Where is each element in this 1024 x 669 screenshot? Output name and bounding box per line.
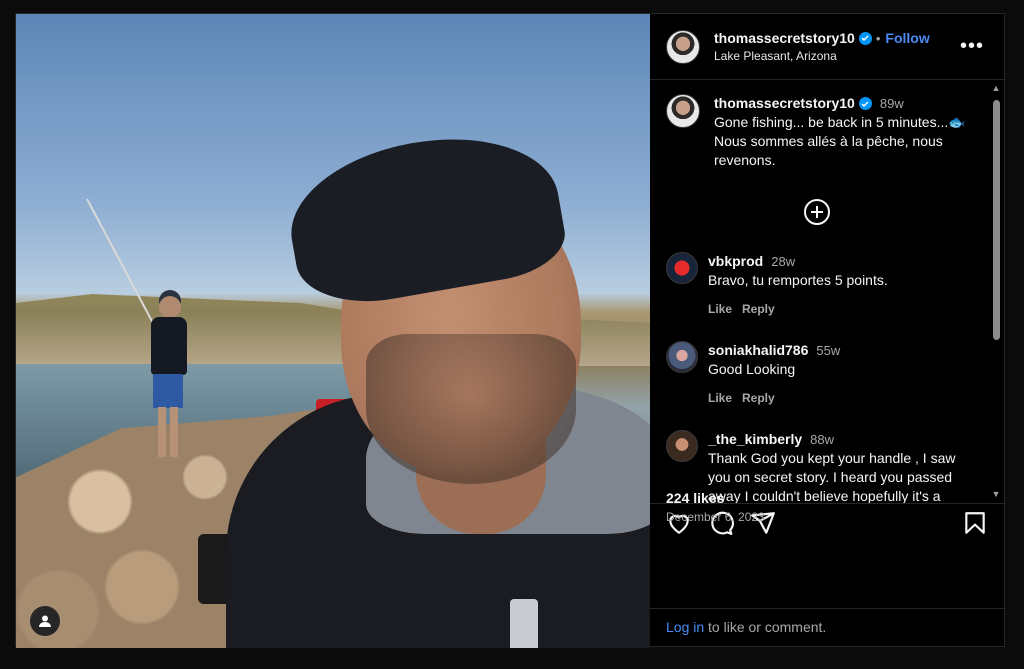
scroll-down-icon[interactable]: ▼ [990,488,1002,500]
photo-fisherman-head [159,296,181,318]
photo-fisherman-legs [158,407,178,457]
comment-text: Bravo, tu remportes 5 points. [708,272,888,288]
caption-time: 89w [879,96,904,111]
post-caption: thomassecretstory10 89w Gone fishing... … [666,94,966,170]
commenter-avatar[interactable] [666,341,698,373]
login-prompt-text: to like or comment. [704,619,827,635]
comment-item: soniakhalid786 55w Good Looking Like Rep… [666,341,966,408]
follow-button[interactable]: Follow [885,30,929,46]
post-date: December 6, 2023 [666,510,765,524]
scroll-up-icon[interactable]: ▲ [990,82,1002,94]
tagged-users-button[interactable] [30,606,60,636]
comment-like-button[interactable]: Like [708,389,732,408]
login-link[interactable]: Log in [666,619,704,635]
author-avatar[interactable] [666,29,700,64]
photo-fisherman-shorts [153,374,183,408]
likes-count[interactable]: 224 likes [666,490,724,506]
more-options-icon[interactable]: ••• [960,36,984,56]
comment-text: Good Looking [708,361,796,377]
post-modal: thomassecretstory10 • Follow Lake Pleasa… [15,13,1005,648]
scroll-track[interactable] [993,96,1000,486]
commenter-username[interactable]: vbkprod [708,252,763,271]
post-location[interactable]: Lake Pleasant, Arizona [714,49,930,63]
separator-dot: • [875,30,881,46]
caption-avatar[interactable] [666,94,700,128]
comment-reply-button[interactable]: Reply [742,300,775,319]
comment-text: Thank God you kept your handle , I saw y… [708,450,956,504]
verified-badge-icon [858,31,872,45]
comment-time: 28w [771,254,796,269]
post-photo [16,14,650,648]
scroll-thumb[interactable] [993,100,1000,340]
comment-reply-button[interactable]: Reply [742,389,775,408]
load-more-comments-icon[interactable] [804,199,830,225]
comment-like-button[interactable]: Like [708,300,732,319]
login-prompt: Log in to like or comment. [650,608,1004,648]
photo-zipper [510,599,538,648]
caption-username[interactable]: thomassecretstory10 [714,94,855,113]
commenter-avatar[interactable] [666,252,698,284]
comment-time: 88w [810,432,835,447]
commenter-username[interactable]: _the_kimberly [708,430,802,449]
user-icon [39,615,51,627]
photo-fisherman-body [151,317,187,375]
author-username[interactable]: thomassecretstory10 [714,30,855,46]
post-panel: thomassecretstory10 • Follow Lake Pleasa… [650,14,1004,648]
commenter-username[interactable]: soniakhalid786 [708,341,808,360]
photo-beard [366,334,576,484]
caption-text: Gone fishing... be back in 5 minutes...🐟… [714,114,966,168]
post-header: thomassecretstory10 • Follow Lake Pleasa… [650,14,1004,80]
comment-time: 55w [816,343,841,358]
comments-section: thomassecretstory10 89w Gone fishing... … [650,80,1004,504]
comment-item: vbkprod 28w Bravo, tu remportes 5 points… [666,252,966,319]
comments-scrollbar[interactable]: ▲ ▼ [990,82,1002,500]
bookmark-icon[interactable] [962,510,988,536]
commenter-avatar[interactable] [666,430,698,462]
verified-badge-icon [858,97,872,110]
